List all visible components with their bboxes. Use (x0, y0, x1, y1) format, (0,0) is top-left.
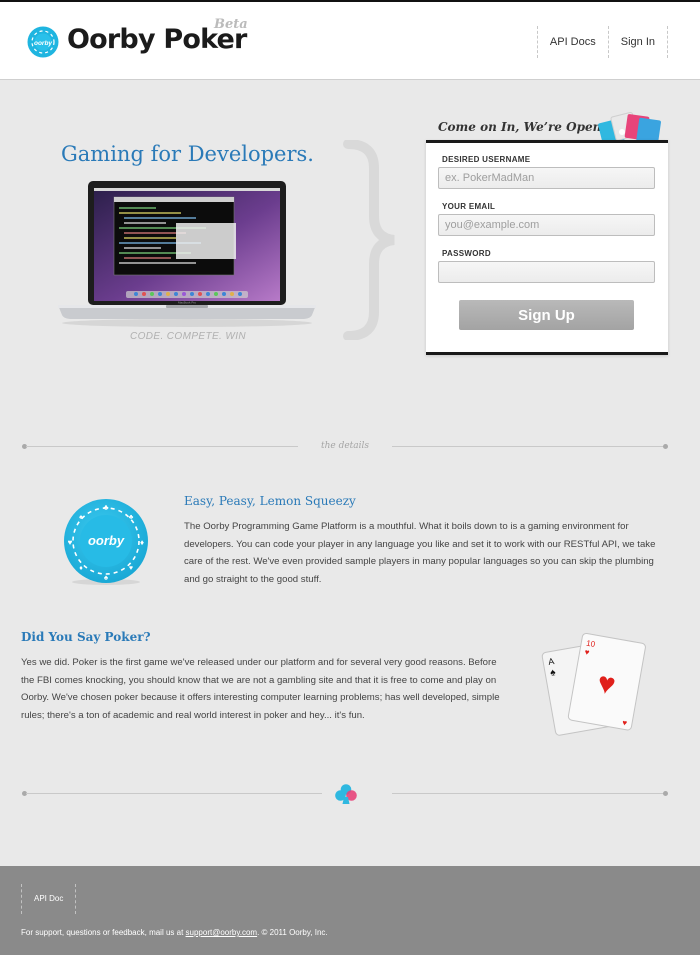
footer-api-doc-link[interactable]: API Doc (22, 884, 75, 914)
hero-tagline: CODE. COMPETE. WIN (129, 331, 247, 342)
section-easy-body: The Oorby Programming Game Platform is a… (184, 521, 656, 585)
nav-api-docs-link[interactable]: API Docs (538, 26, 609, 58)
signup-heading: Come on In, We’re Open (438, 120, 602, 134)
divider-line-right (392, 446, 664, 447)
club-icon (335, 784, 357, 804)
site-header: oorby Oorby Poker Beta API Docs Sign In (0, 0, 700, 80)
footer-support-text: For support, questions or feedback, mail… (21, 928, 328, 937)
poker-chip-logo-icon[interactable]: oorby (27, 26, 59, 58)
top-nav: API Docs Sign In (536, 26, 668, 58)
svg-text:♠: ♠ (79, 514, 83, 521)
details-divider-label: the details (320, 441, 370, 451)
nav-sign-in-link[interactable]: Sign In (609, 26, 668, 58)
svg-text:♣: ♣ (129, 514, 134, 521)
section-easy-title: Easy, Peasy, Lemon Squeezy (184, 494, 356, 508)
svg-text:oorby: oorby (34, 40, 52, 47)
password-label: PASSWORD (442, 249, 491, 258)
chip-text: oorby (88, 533, 125, 548)
signup-form: DESIRED USERNAME YOUR EMAIL PASSWORD Sig… (426, 140, 668, 355)
footer-email-link[interactable]: support@oorby.com (186, 928, 258, 937)
svg-text:♦: ♦ (79, 565, 83, 572)
svg-text:♥: ♥ (129, 565, 133, 572)
email-input[interactable] (438, 214, 655, 236)
divider-line-left (26, 446, 298, 447)
svg-text:♥: ♥ (68, 538, 73, 547)
footer-copyright: . © 2011 Oorby, Inc. (257, 928, 328, 937)
sign-up-button[interactable]: Sign Up (459, 300, 634, 330)
hero-title: Gaming for Developers. (61, 142, 314, 166)
email-label: YOUR EMAIL (442, 202, 496, 211)
divider2-dot-right (663, 791, 668, 796)
footer-support-prefix: For support, questions or feedback, mail… (21, 928, 186, 937)
section-poker-body: Yes we did. Poker is the first game we'v… (21, 657, 500, 721)
username-label: DESIRED USERNAME (442, 155, 531, 164)
cards-fan-icon (598, 111, 661, 142)
laptop-illustration: MacBook Pro (58, 181, 316, 327)
oorby-chip-icon: ♣ ♠ ♥ ♦ ♠ ♣ ♦ ♥ oorby (64, 499, 148, 585)
svg-text:♣: ♣ (103, 503, 109, 512)
playing-cards-icon: A ♠ 10 ♥ ♥ ♥ (541, 632, 646, 736)
laptop-caption: MacBook Pro (178, 301, 196, 305)
password-input[interactable] (438, 261, 655, 283)
site-footer: API Doc For support, questions or feedba… (0, 866, 700, 955)
username-input[interactable] (438, 167, 655, 189)
beta-badge: Beta (214, 17, 248, 32)
footer-nav: API Doc (21, 884, 77, 914)
section-poker-title: Did You Say Poker? (21, 630, 151, 644)
svg-text:♦: ♦ (140, 538, 144, 547)
divider2-line-right (392, 793, 664, 794)
curly-brace-decoration (343, 140, 395, 340)
divider-dot-right (663, 444, 668, 449)
divider2-line-left (26, 793, 322, 794)
